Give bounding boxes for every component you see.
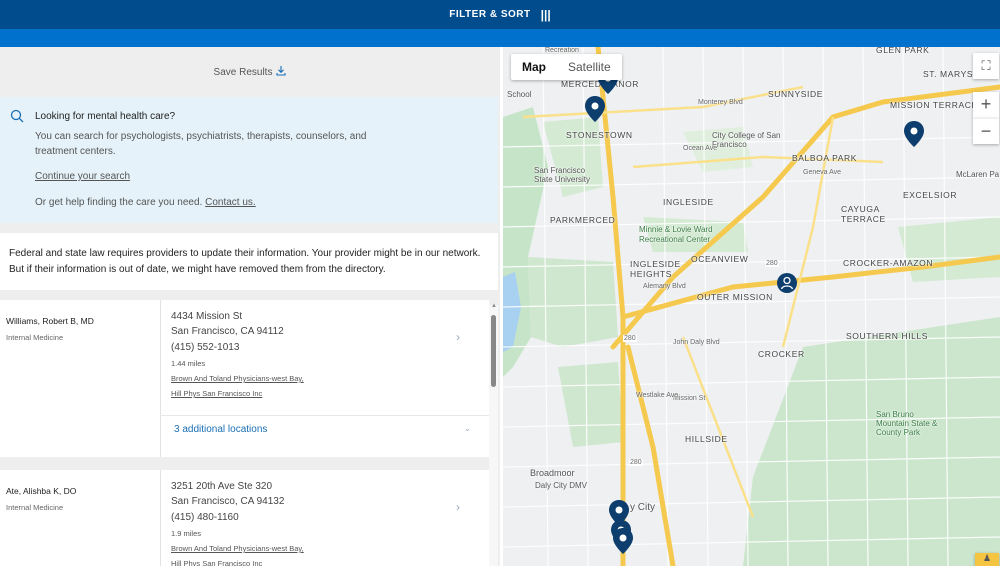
- provider-group-link[interactable]: Brown And Toland Physicians-west Bay,: [171, 371, 304, 386]
- street-label: Westlake Ave: [636, 392, 679, 399]
- street-label: Geneva Ave: [803, 169, 842, 176]
- map-label: PARKMERCED: [550, 215, 616, 225]
- map-label: CROCKER-AMAZON: [843, 258, 934, 268]
- provider-city: San Francisco, CA 94112: [171, 326, 284, 337]
- highway-shield: 280: [629, 459, 643, 466]
- card-divider: [160, 300, 161, 457]
- download-icon[interactable]: [276, 65, 287, 79]
- map-label: SUNNYSIDE: [768, 89, 823, 99]
- provider-specialty: Internal Medicine: [6, 333, 64, 342]
- map-label: EXCELSIOR: [903, 190, 958, 200]
- map-pin-icon[interactable]: [903, 120, 925, 148]
- street-label: Ocean Ave: [683, 145, 718, 152]
- mental-health-body: You can search for psychologists, psychi…: [35, 131, 367, 157]
- help-text-label: Or get help finding the care you need.: [35, 197, 203, 208]
- provider-group-link[interactable]: Brown And Toland Physicians-west Bay,: [171, 541, 304, 556]
- map-label: City College of San Francisco: [712, 131, 781, 149]
- provider-distance: 1.9 miles: [171, 529, 202, 538]
- provider-card[interactable]: Williams, Robert B, MD Internal Medicine…: [0, 300, 489, 457]
- map-label: INGLESIDE HEIGHTS: [630, 259, 681, 279]
- map-label: Daly City DMV: [535, 481, 588, 490]
- provider-street: 3251 20th Ave Ste 320: [171, 481, 273, 492]
- continue-search-link[interactable]: Continue your search: [35, 171, 130, 182]
- provider-name[interactable]: Ate, Alishba K, DO: [6, 486, 76, 496]
- map-label: Minnie & Lovie Ward Recreational Center: [639, 225, 713, 244]
- results-panel: Save Results Looking for mental health c…: [0, 47, 500, 566]
- map-view[interactable]: Recreation GLEN PARK ST. MARYS MERCED MA…: [503, 47, 1000, 566]
- fullscreen-icon[interactable]: ⛶: [973, 53, 999, 79]
- map-label: STONESTOWN: [566, 130, 633, 140]
- map-pin-icon[interactable]: [584, 95, 606, 123]
- provider-street: 4434 Mission St: [171, 311, 243, 322]
- map-label: Broadmoor: [530, 468, 575, 478]
- tab-satellite[interactable]: Satellite: [557, 54, 622, 80]
- provider-name[interactable]: Williams, Robert B, MD: [6, 316, 94, 326]
- highway-shield: 280: [765, 260, 779, 267]
- help-text: Or get help finding the care you need. C…: [35, 197, 256, 208]
- street-label: Alemany Blvd: [643, 283, 686, 290]
- filter-sort-label[interactable]: FILTER & SORT: [449, 9, 530, 20]
- map-label: ST. MARYS: [923, 69, 974, 79]
- map-label: CAYUGA TERRACE: [841, 204, 886, 224]
- pegman-icon[interactable]: ♟: [975, 553, 999, 566]
- street-label: John Daly Blvd: [673, 339, 720, 346]
- header-accent-bar: [0, 29, 1000, 47]
- chevron-down-icon[interactable]: ⌄: [464, 424, 471, 433]
- map-label: y City: [630, 502, 655, 513]
- provider-group-link[interactable]: Hill Phys San Francisco Inc: [171, 556, 262, 566]
- law-notice: Federal and state law requires providers…: [0, 233, 498, 290]
- map-pin-icon[interactable]: [612, 527, 634, 555]
- save-results-button[interactable]: Save Results: [0, 47, 500, 97]
- zoom-in-button[interactable]: +: [973, 92, 999, 118]
- map-label: SOUTHERN HILLS: [846, 331, 929, 341]
- street-label: Monterey Blvd: [698, 99, 743, 106]
- provider-group-link[interactable]: Hill Phys San Francisco Inc: [171, 386, 262, 401]
- scroll-up-arrow-icon[interactable]: ▲: [491, 303, 497, 309]
- provider-city: San Francisco, CA 94132: [171, 496, 285, 507]
- search-icon: [10, 109, 24, 123]
- map-label: GLEN PARK: [876, 47, 930, 55]
- provider-phone[interactable]: (415) 552-1013: [171, 340, 239, 356]
- provider-distance: 1.44 miles: [171, 359, 206, 368]
- mental-health-title: Looking for mental health care?: [35, 111, 176, 122]
- mental-health-callout: Looking for mental health care? You can …: [0, 97, 498, 223]
- zoom-out-button[interactable]: −: [973, 118, 999, 144]
- map-label: CROCKER: [758, 349, 805, 359]
- map-type-toggle[interactable]: Map Satellite: [511, 54, 622, 80]
- map-label: MISSION TERRACE: [890, 100, 978, 110]
- map-label: BALBOA PARK: [792, 153, 858, 163]
- contact-us-link[interactable]: Contact us.: [205, 197, 256, 208]
- save-results-label[interactable]: Save Results: [214, 67, 273, 78]
- map-label: OUTER MISSION: [697, 292, 773, 302]
- chevron-right-icon[interactable]: ›: [456, 500, 460, 514]
- map-label: School: [507, 90, 532, 99]
- map-label: Recreation: [545, 47, 579, 54]
- chevron-right-icon[interactable]: ›: [456, 330, 460, 344]
- map-label: San Bruno Mountain State & County Park: [876, 410, 938, 437]
- sliders-icon[interactable]: |||: [541, 8, 551, 22]
- tab-map[interactable]: Map: [511, 54, 557, 80]
- map-label: McLaren Pa: [956, 170, 1000, 179]
- card-divider: [160, 470, 161, 566]
- person-pin-icon[interactable]: [776, 272, 798, 300]
- scrollbar-thumb[interactable]: [491, 315, 496, 387]
- card-divider: [160, 415, 489, 416]
- provider-phone[interactable]: (415) 480-1160: [171, 510, 239, 526]
- highway-shield: 280: [623, 335, 637, 342]
- provider-specialty: Internal Medicine: [6, 503, 64, 512]
- filter-sort-bar[interactable]: FILTER & SORT |||: [0, 0, 1000, 29]
- map-label: San Francisco State University: [534, 166, 591, 184]
- map-label: INGLESIDE: [663, 197, 714, 207]
- map-label: OCEANVIEW: [691, 254, 749, 264]
- map-label: HILLSIDE: [685, 434, 728, 444]
- provider-card[interactable]: Ate, Alishba K, DO Internal Medicine 325…: [0, 470, 489, 566]
- additional-locations-toggle[interactable]: 3 additional locations: [174, 424, 267, 435]
